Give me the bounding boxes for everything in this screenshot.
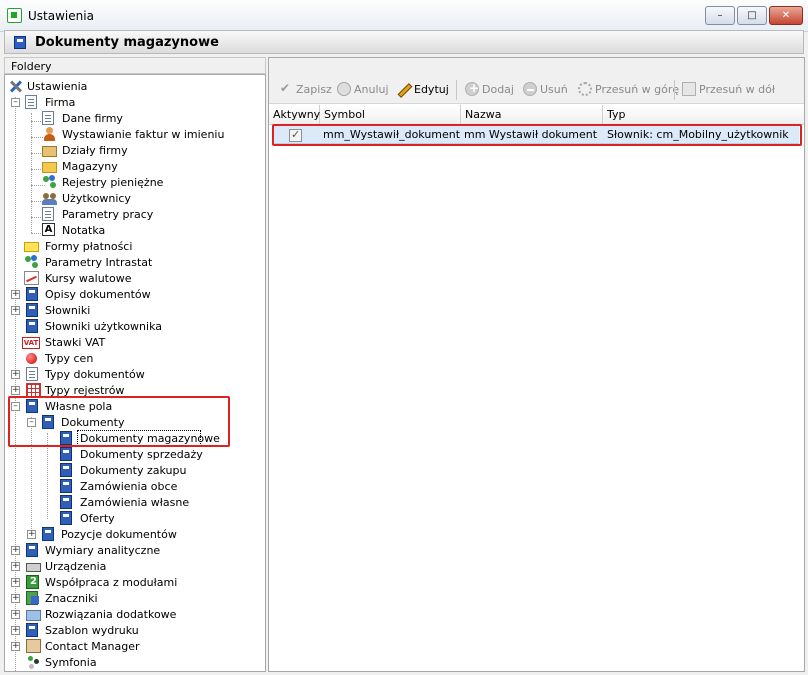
document-icon (26, 319, 38, 333)
document-icon (26, 623, 38, 637)
warehouse-icon (42, 162, 57, 173)
document-icon (14, 36, 26, 49)
document-icon (26, 287, 38, 301)
note-icon: A (42, 223, 55, 236)
move-down-button[interactable]: Przesuń w dół (682, 82, 775, 98)
document-icon (60, 447, 72, 461)
document-icon (60, 463, 72, 477)
highlight-box (8, 396, 230, 447)
contact-icon (26, 639, 41, 653)
chart-icon (24, 271, 39, 285)
minus-icon (523, 82, 537, 96)
fields-grid[interactable]: Aktywny Symbol Nazwa Typ mm_Wystawił_dok… (269, 105, 804, 671)
collapse-icon[interactable]: – (11, 98, 20, 107)
money-icon (42, 175, 57, 189)
person-icon (42, 127, 57, 141)
folder-icon (26, 610, 41, 621)
grid-header: Aktywny Symbol Nazwa Typ (269, 105, 804, 125)
document-icon (60, 495, 72, 509)
column-header-symbol[interactable]: Symbol (320, 105, 461, 125)
symfonia-icon (26, 655, 41, 669)
highlight-box (272, 124, 802, 146)
document-icon (26, 367, 38, 381)
document-icon (26, 543, 38, 557)
expand-icon[interactable]: + (11, 562, 20, 571)
users-icon (42, 191, 57, 205)
price-icon (26, 353, 37, 364)
folders-header: Foldery (4, 57, 266, 74)
expand-icon[interactable]: + (11, 370, 20, 379)
move-up-button[interactable]: Przesuń w górę (578, 82, 679, 98)
title-bar: Ustawienia – □ ✕ (0, 0, 808, 32)
expand-icon[interactable]: + (11, 578, 20, 587)
cancel-button[interactable]: Anuluj (337, 82, 389, 98)
window-title: Ustawienia (28, 9, 94, 23)
column-header-aktywny[interactable]: Aktywny (269, 105, 320, 125)
toolbar: Zapisz Anuluj Edytuj Dodaj Usuń Przesuń … (269, 58, 804, 104)
column-header-typ[interactable]: Typ (603, 105, 804, 125)
edit-button[interactable]: Edytuj (397, 82, 449, 98)
home-icon (42, 146, 57, 157)
expand-icon[interactable]: + (11, 626, 20, 635)
module-icon (26, 575, 39, 589)
folder-tree[interactable]: Ustawienia – Firma Dane firmy Wystawiani… (4, 74, 266, 672)
vat-icon: VAT (22, 337, 40, 349)
pages-icon (682, 82, 696, 96)
document-icon (42, 527, 54, 541)
pencil-icon (397, 82, 411, 96)
expand-icon[interactable]: + (11, 290, 20, 299)
close-button[interactable]: ✕ (769, 6, 803, 25)
app-icon (7, 8, 22, 23)
gear-icon (578, 82, 592, 96)
document-icon (26, 303, 38, 317)
details-panel: Zapisz Anuluj Edytuj Dodaj Usuń Przesuń … (268, 57, 805, 672)
page-title: Dokumenty magazynowe (35, 35, 219, 50)
expand-icon[interactable]: + (11, 306, 20, 315)
expand-icon[interactable]: + (27, 530, 36, 539)
plus-icon (465, 81, 479, 96)
save-button[interactable]: Zapisz (279, 81, 332, 98)
grid-icon (26, 383, 41, 397)
company-icon (25, 95, 37, 109)
column-header-nazwa[interactable]: Nazwa (461, 105, 603, 125)
expand-icon[interactable]: + (11, 546, 20, 555)
tag-icon (26, 591, 39, 605)
section-header: Dokumenty magazynowe (4, 30, 804, 54)
maximize-button[interactable]: □ (737, 6, 767, 25)
delete-button[interactable]: Usuń (523, 82, 568, 98)
expand-icon[interactable]: + (11, 642, 20, 651)
payment-icon (24, 242, 39, 252)
add-button[interactable]: Dodaj (465, 81, 514, 98)
minimize-button[interactable]: – (705, 6, 735, 25)
intrastat-icon (24, 255, 39, 269)
document-icon (60, 511, 72, 525)
settings-page-icon (42, 207, 54, 221)
expand-icon[interactable]: + (11, 610, 20, 619)
tools-icon (8, 79, 23, 93)
expand-icon[interactable]: + (11, 386, 20, 395)
document-icon (60, 479, 72, 493)
cancel-icon (337, 82, 351, 96)
printer-icon (26, 563, 41, 572)
check-icon (279, 81, 293, 96)
document-icon (42, 111, 54, 125)
expand-icon[interactable]: + (11, 594, 20, 603)
